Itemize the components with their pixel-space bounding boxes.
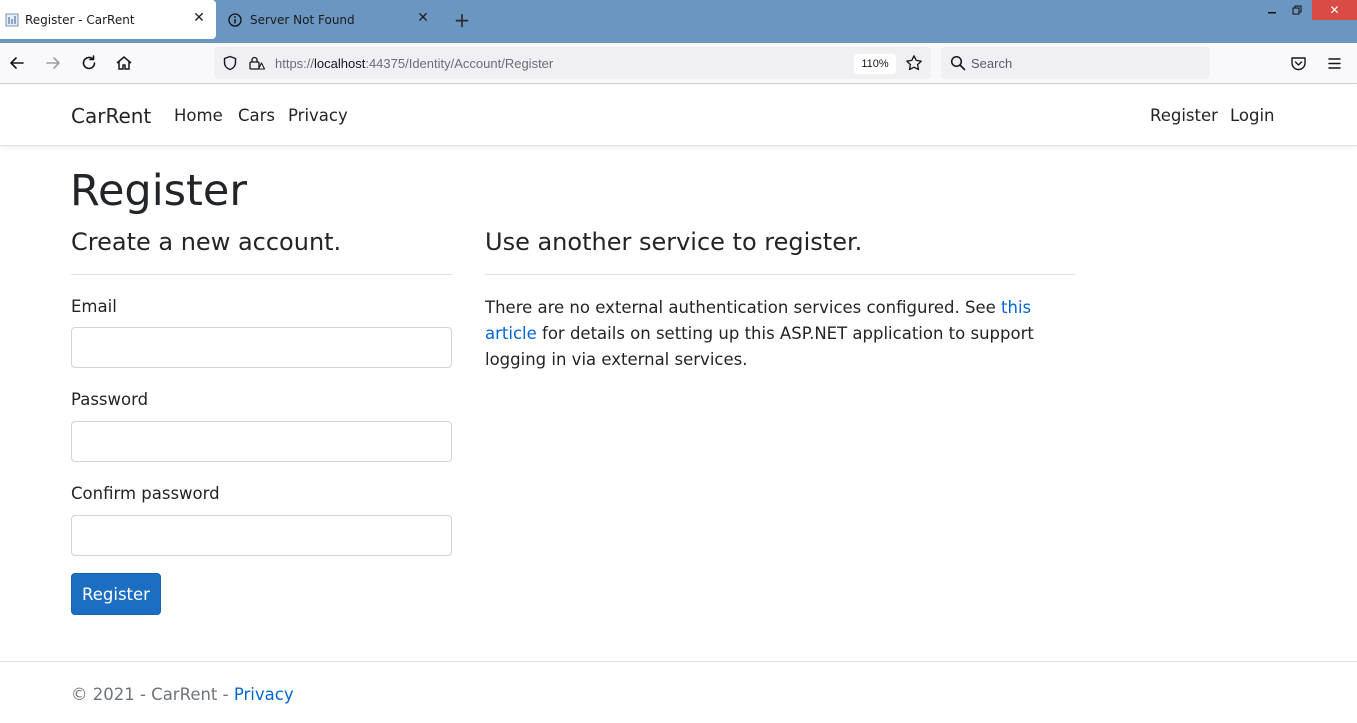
password-label: Password xyxy=(71,390,149,409)
bookmark-star-icon[interactable] xyxy=(905,54,923,72)
footer-privacy-link[interactable]: Privacy xyxy=(234,685,294,704)
tab-server-not-found[interactable]: Server Not Found ✕ xyxy=(220,0,442,39)
shield-icon[interactable] xyxy=(222,55,238,71)
address-bar[interactable]: https://localhost:44375/Identity/Account… xyxy=(214,47,931,79)
url-text[interactable]: https://localhost:44375/Identity/Account… xyxy=(275,56,553,71)
password-input[interactable] xyxy=(71,421,452,462)
browser-tab-bar: Register - CarRent ✕ Server Not Found ✕ … xyxy=(0,0,1357,43)
nav-login-link[interactable]: Login xyxy=(1230,106,1275,125)
create-account-heading: Create a new account. xyxy=(71,228,342,256)
browser-toolbar: https://localhost:44375/Identity/Account… xyxy=(0,43,1357,84)
register-submit-button[interactable]: Register xyxy=(71,573,161,615)
divider xyxy=(71,274,452,275)
tab-title: Server Not Found xyxy=(250,13,355,27)
url-path: :44375/Identity/Account/Register xyxy=(365,56,554,71)
email-input[interactable] xyxy=(71,327,452,368)
minimize-icon[interactable] xyxy=(1259,0,1285,20)
divider xyxy=(485,274,1075,275)
message-text-start: There are no external authentication ser… xyxy=(485,298,1002,317)
close-tab-icon[interactable]: ✕ xyxy=(416,11,430,25)
copyright-text: © 2021 - CarRent - xyxy=(71,685,234,704)
brand-link[interactable]: CarRent xyxy=(71,104,151,128)
search-placeholder: Search xyxy=(971,56,1013,71)
nav-privacy-link[interactable]: Privacy xyxy=(288,106,348,125)
forward-arrow-icon[interactable] xyxy=(42,52,64,74)
nav-home-link[interactable]: Home xyxy=(174,106,223,125)
footer-divider xyxy=(0,661,1357,662)
url-host: localhost xyxy=(314,56,366,71)
page-title: Register xyxy=(70,166,248,216)
site-footer: © 2021 - CarRent - Privacy xyxy=(71,685,294,704)
email-label: Email xyxy=(71,297,117,316)
site-navbar: CarRent Home Cars Privacy Register Login xyxy=(0,85,1357,146)
lock-warning-icon[interactable] xyxy=(248,55,266,71)
close-window-icon[interactable]: ✕ xyxy=(1312,0,1357,20)
new-tab-plus-icon[interactable]: + xyxy=(452,10,472,30)
back-arrow-icon[interactable] xyxy=(6,52,28,74)
restore-icon[interactable] xyxy=(1284,0,1310,20)
search-bar[interactable]: Search xyxy=(941,47,1210,79)
confirm-password-input[interactable] xyxy=(71,515,452,556)
nav-register-link[interactable]: Register xyxy=(1150,106,1218,125)
tab-register-carrent[interactable]: Register - CarRent ✕ xyxy=(0,0,216,39)
pocket-icon[interactable] xyxy=(1290,55,1307,72)
nav-cars-link[interactable]: Cars xyxy=(238,106,275,125)
external-auth-message: There are no external authentication ser… xyxy=(485,295,1075,373)
message-text-end: for details on setting up this ASP.NET a… xyxy=(485,324,1034,369)
search-icon xyxy=(950,55,966,71)
url-scheme: https:// xyxy=(275,56,315,71)
reload-icon[interactable] xyxy=(78,52,100,74)
info-icon xyxy=(228,13,242,27)
home-icon[interactable] xyxy=(113,52,135,74)
confirm-password-label: Confirm password xyxy=(71,484,220,503)
close-tab-icon[interactable]: ✕ xyxy=(192,11,206,25)
tab-title: Register - CarRent xyxy=(25,13,135,27)
zoom-level-badge[interactable]: 110% xyxy=(854,54,896,74)
hamburger-menu-icon[interactable] xyxy=(1327,56,1342,71)
page-icon xyxy=(5,13,19,27)
external-service-heading: Use another service to register. xyxy=(485,228,863,256)
